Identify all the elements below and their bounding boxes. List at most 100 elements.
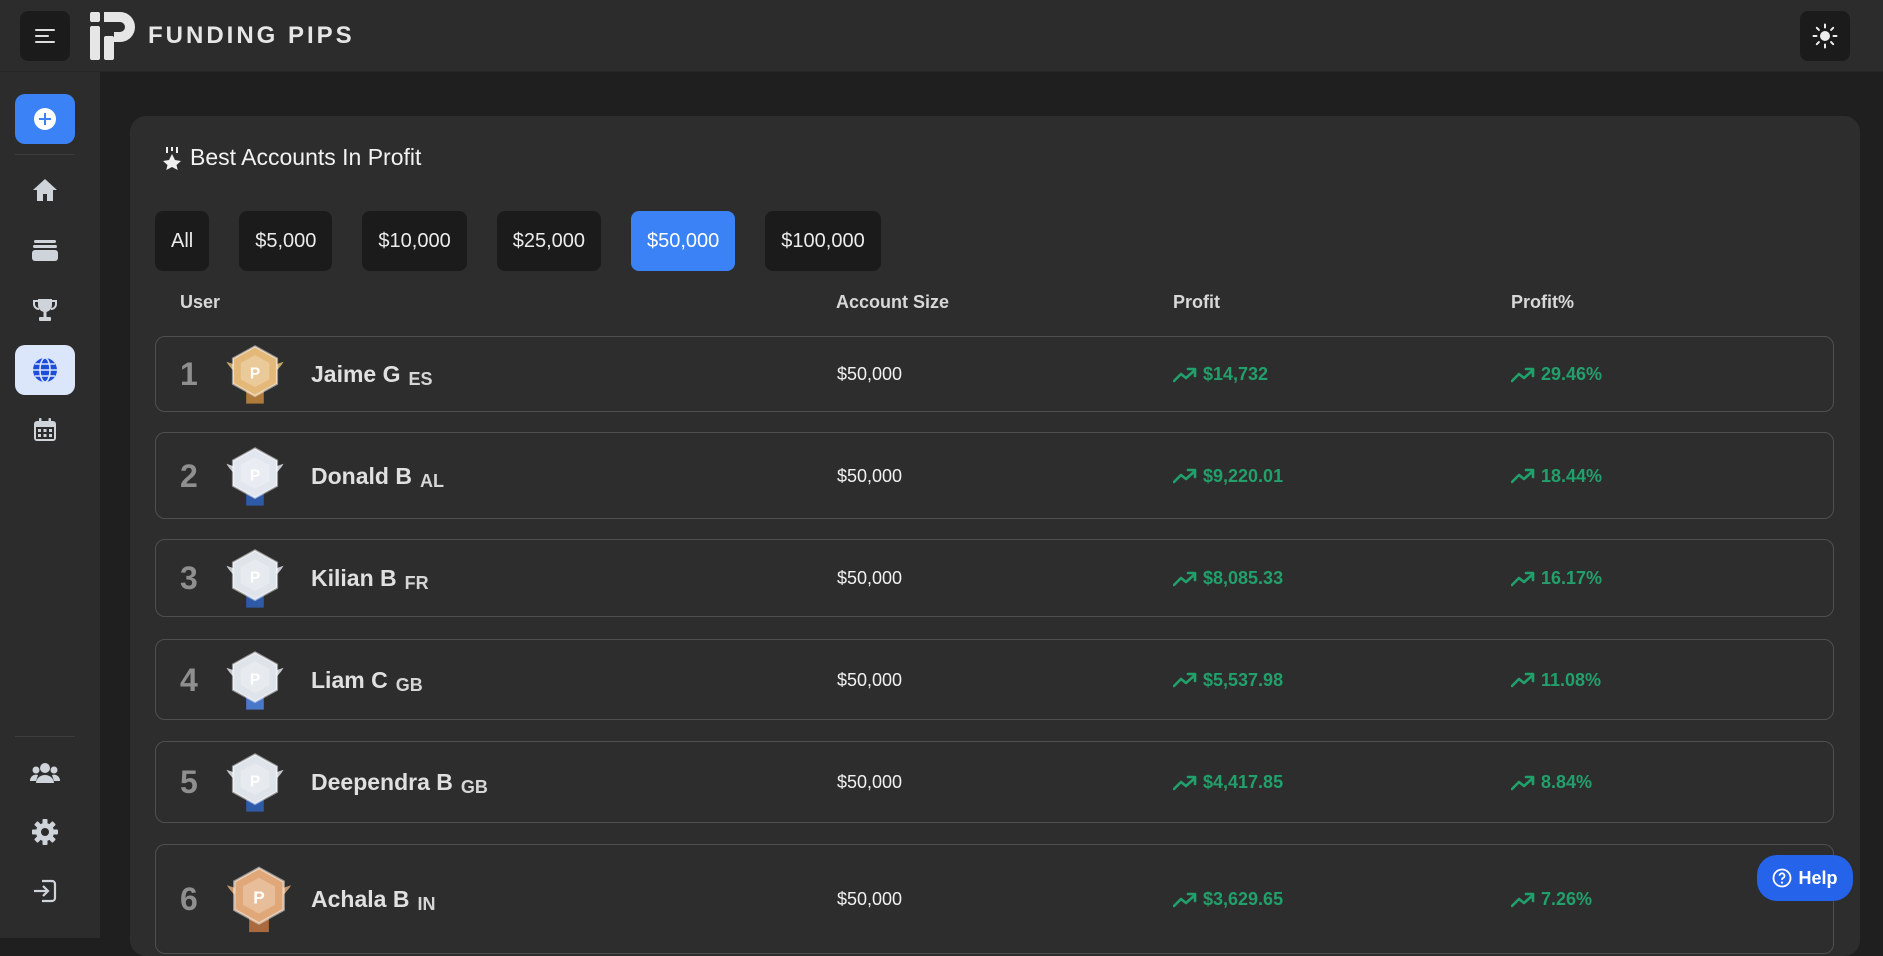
rank-badge: P (222, 863, 296, 942)
sidebar-item-home[interactable] (15, 165, 75, 215)
globe-icon (33, 357, 57, 383)
profit-pct-cell: 18.44% (1511, 466, 1602, 487)
svg-text:P: P (250, 365, 260, 382)
help-button[interactable]: Help (1757, 855, 1853, 901)
profit-pct-value: 7.26% (1541, 889, 1593, 909)
logout-icon (34, 879, 57, 903)
rank-badge: P (222, 342, 288, 413)
rank-badge-icon: P (226, 345, 284, 404)
sidebar-item-community[interactable] (15, 748, 75, 798)
gear-icon (32, 819, 58, 845)
account-size-value: $50,000 (837, 364, 903, 384)
profit-cell: $3,629.65 (1173, 889, 1283, 910)
sidebar-item-trophy[interactable] (15, 285, 75, 335)
profit-value: $3,629.65 (1203, 889, 1284, 909)
card-title: Best Accounts In Profit (162, 144, 421, 171)
user-name-cell[interactable]: Donald B AL (311, 462, 444, 491)
filter-25000[interactable]: $25,000 (496, 211, 601, 271)
user-name: Achala B (311, 886, 410, 912)
trending-up-icon (1511, 367, 1535, 382)
trending-up-icon (1173, 367, 1197, 382)
column-header-profit-pct: Profit% (1511, 292, 1574, 312)
filter-50000[interactable]: $50,000 (631, 211, 736, 271)
user-name-cell[interactable]: Achala B IN (311, 886, 435, 914)
profit-cell: $4,417.85 (1173, 772, 1283, 793)
profit-pct-cell: 8.84% (1511, 772, 1592, 793)
sidebar-divider (15, 154, 75, 155)
profit-cell: $5,537.98 (1173, 670, 1283, 691)
rank-badge-icon: P (226, 446, 284, 506)
sidebar-item-wallet[interactable] (15, 225, 75, 275)
country-code: FR (404, 573, 429, 593)
user-name-cell[interactable]: Jaime G ES (311, 361, 433, 389)
rank-number: 1 (180, 356, 198, 392)
column-header-profit: Profit (1173, 292, 1220, 312)
leaderboard-row[interactable]: 2 P Donald B AL $50,000 $9,220.01 18.44% (155, 432, 1834, 519)
profit-pct-cell: 11.08% (1511, 670, 1601, 691)
filter-5000[interactable]: $5,000 (239, 211, 333, 271)
profit-pct-cell: 7.26% (1511, 889, 1592, 910)
profit-pct-value: 16.17% (1541, 568, 1603, 588)
column-header-account-size: Account Size (836, 292, 950, 312)
sidebar-item-leaderboard[interactable] (15, 345, 75, 395)
leaderboard-title: Best Accounts In Profit (190, 144, 422, 170)
user-name-cell[interactable]: Deependra B GB (311, 769, 488, 797)
sun-icon (1812, 23, 1838, 49)
menu-toggle-button[interactable] (20, 11, 70, 61)
account-size-filters: All $5,000 $10,000 $25,000 $50,000 $100,… (155, 211, 911, 271)
rank-badge-icon: P (226, 650, 284, 710)
user-name: Deependra B (311, 769, 453, 795)
trending-up-icon (1511, 775, 1535, 790)
top-bar: FUNDING PIPS (0, 0, 1883, 72)
profit-pct-value: 29.46% (1541, 364, 1603, 384)
rank-number: 4 (180, 661, 198, 698)
home-icon (33, 179, 57, 201)
profit-pct-value: 11.08% (1541, 669, 1602, 690)
user-name: Kilian B (311, 565, 397, 591)
rank-badge: P (222, 648, 288, 719)
user-name: Liam C (311, 666, 388, 693)
rank-number: 2 (180, 457, 198, 494)
profit-pct-value: 8.84% (1541, 772, 1593, 792)
calendar-icon (34, 418, 56, 441)
trending-up-icon (1173, 775, 1197, 790)
trophy-icon (33, 299, 57, 321)
leaderboard-row[interactable]: 4 P Liam C GB $50,000 $5,537.98 11.08% (155, 639, 1834, 720)
brand-name: FUNDING PIPS (148, 22, 355, 49)
profit-value: $9,220.01 (1203, 465, 1284, 486)
rank-badge: P (222, 444, 288, 515)
leaderboard-row[interactable]: 5 P Deependra B GB $50,000 $4,417.85 8.84% (155, 741, 1834, 823)
svg-text:P: P (250, 467, 260, 484)
user-name: Donald B (311, 462, 412, 489)
rank-badge: P (222, 546, 288, 617)
sidebar-add-button[interactable] (15, 94, 75, 144)
account-size-value: $50,000 (837, 568, 903, 588)
profit-cell: $9,220.01 (1173, 466, 1283, 487)
menu-icon (35, 29, 55, 43)
leaderboard-card: Best Accounts In Profit All $5,000 $10,0… (130, 116, 1860, 956)
sidebar-item-logout[interactable] (15, 866, 75, 916)
brand-logo[interactable]: FUNDING PIPS (88, 10, 355, 62)
rank-badge-icon: P (226, 866, 292, 933)
theme-toggle-button[interactable] (1800, 11, 1850, 61)
sidebar-item-settings[interactable] (15, 807, 75, 857)
profit-value: $5,537.98 (1203, 669, 1284, 690)
filter-100000[interactable]: $100,000 (765, 211, 881, 271)
profit-cell: $14,732 (1173, 364, 1268, 385)
trending-up-icon (1511, 571, 1535, 586)
profit-pct-cell: 29.46% (1511, 364, 1602, 385)
filter-all[interactable]: All (155, 211, 210, 271)
table-header: User Account Size Profit Profit% (130, 292, 1860, 322)
trending-up-icon (1173, 672, 1197, 688)
wallet-icon (32, 240, 58, 261)
profit-value: $8,085.33 (1203, 568, 1284, 588)
award-icon (163, 146, 181, 170)
sidebar-item-calendar[interactable] (15, 405, 75, 455)
user-name-cell[interactable]: Liam C GB (311, 666, 423, 695)
leaderboard-row[interactable]: 1 P Jaime G ES $50,000 $14,732 29.46% (155, 336, 1834, 412)
filter-10000[interactable]: $10,000 (362, 211, 467, 271)
leaderboard-row[interactable]: 3 P Kilian B FR $50,000 $8,085.33 16.17% (155, 539, 1834, 617)
user-name-cell[interactable]: Kilian B FR (311, 565, 429, 593)
country-code: GB (395, 674, 423, 695)
profit-value: $4,417.85 (1203, 772, 1284, 792)
